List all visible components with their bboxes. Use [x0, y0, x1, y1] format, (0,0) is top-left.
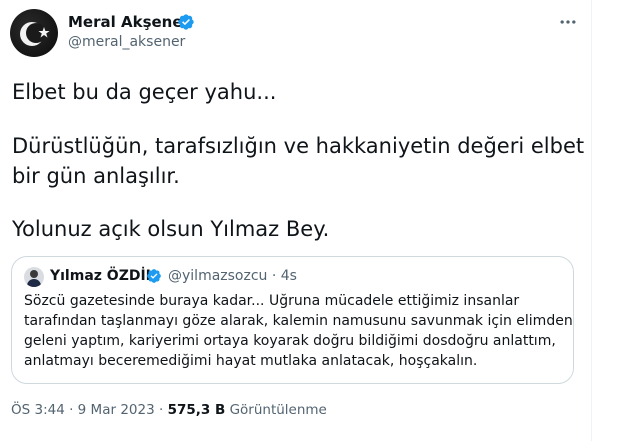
quoted-author-handle-time[interactable]: @yilmazsozcu · 4s: [168, 268, 297, 284]
verified-badge-icon: [178, 14, 194, 30]
verified-badge-icon: [147, 269, 161, 283]
tweet-card: Meral Akşener @meral_aksener Elbet bu da…: [0, 0, 590, 441]
author-avatar[interactable]: [10, 9, 58, 57]
tweet-text-line: Elbet bu da geçer yahu...: [12, 80, 277, 104]
more-options-icon[interactable]: [556, 12, 580, 32]
author-name[interactable]: Meral Akşener: [68, 13, 190, 31]
quoted-author-name[interactable]: Yılmaz ÖZDİL: [50, 268, 155, 284]
crescent-star-emblem-icon: [20, 22, 50, 46]
quoted-text-line: anlatmayı beceremediğimi hayat mutlaka a…: [24, 353, 478, 369]
tweet-timestamp[interactable]: ÖS 3:44 · 9 Mar 2023: [11, 402, 155, 418]
column-divider: [591, 0, 592, 441]
author-handle[interactable]: @meral_aksener: [68, 34, 185, 50]
quoted-text-line: Sözcü gazetesinde buraya kadar... Uğruna…: [24, 293, 520, 309]
tweet-text-line: Yolunuz açık olsun Yılmaz Bey.: [12, 217, 330, 241]
quoted-tweet[interactable]: Yılmaz ÖZDİL @yilmazsozcu · 4s Sözcü gaz…: [11, 256, 574, 384]
views-label: Görüntülenme: [229, 402, 327, 418]
quoted-text-line: tarafından taşlanmayı göze alarak, kalem…: [24, 313, 573, 329]
meta-separator: ·: [154, 402, 168, 418]
views-count: 575,3 B: [167, 402, 226, 418]
tweet-text-line: Dürüstlüğün, tarafsızlığın ve hakkaniyet…: [12, 134, 585, 158]
tweet-text-line: bir gün anlaşılır.: [12, 164, 180, 188]
tweet-meta: ÖS 3:44 · 9 Mar 2023 · 575,3 B Görüntüle…: [11, 402, 327, 418]
quoted-author-avatar[interactable]: [24, 267, 44, 287]
quoted-tweet-text: Sözcü gazetesinde buraya kadar... Uğruna…: [24, 291, 573, 371]
quoted-text-line: geleni yaptım, kariyerimi ortaya koyarak…: [24, 333, 556, 349]
